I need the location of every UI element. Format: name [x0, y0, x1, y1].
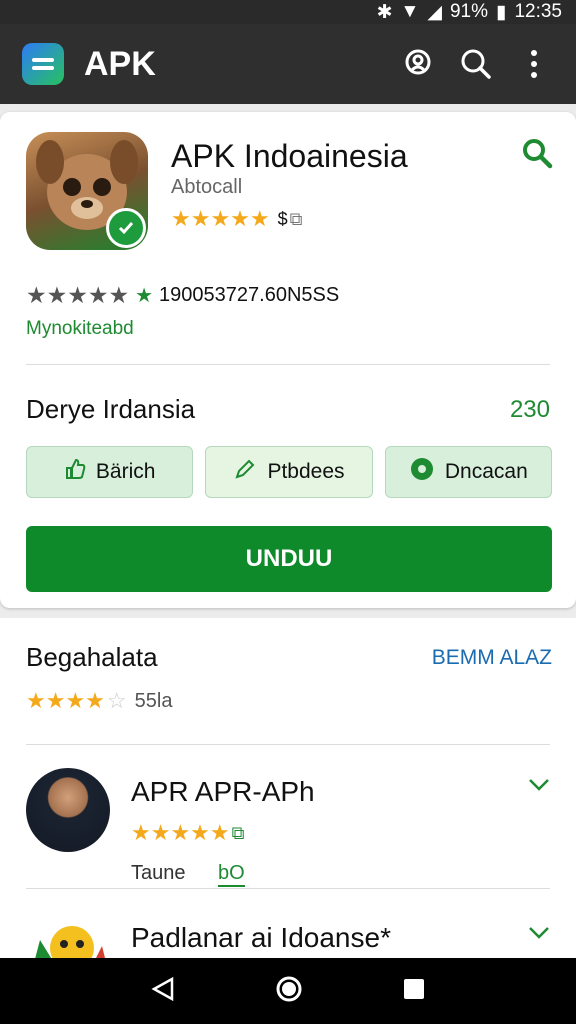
- verified-badge-icon: [106, 208, 146, 248]
- chip-label: Dncacan: [444, 460, 528, 483]
- app-detail-card: APK Indoainesia Abtocall ★★★★★ $ ⧉ ★★★★★…: [0, 112, 576, 608]
- reviews-rating: ★★★★ ☆ 55la: [26, 688, 172, 714]
- star-icon: ★★★★: [26, 688, 105, 713]
- battery-icon: ▮: [495, 1, 507, 23]
- app-icon: [26, 132, 148, 250]
- install-button[interactable]: UNDUU: [26, 526, 552, 592]
- clock: 12:35: [514, 1, 562, 22]
- divider: [26, 364, 550, 365]
- star-empty-icon: ☆: [106, 688, 127, 713]
- star-icon: ★★★★★: [26, 282, 130, 308]
- app-developer[interactable]: Abtocall: [171, 176, 242, 199]
- divider: [26, 888, 550, 889]
- app-stats: 190053727.60N5SS: [159, 284, 340, 306]
- see-all-link[interactable]: BEMM ALAZ: [432, 646, 552, 670]
- reviewer-name: APR APR-APh: [131, 776, 315, 807]
- home-icon[interactable]: [275, 975, 303, 1008]
- rating-text: 55la: [134, 689, 173, 712]
- app-link[interactable]: Mynokiteabd: [26, 318, 134, 340]
- rating-extra: $: [277, 208, 288, 229]
- recents-icon[interactable]: [402, 977, 426, 1006]
- app-name: APK Indoainesia: [171, 138, 408, 174]
- reviewer-tag-2[interactable]: bO: [218, 862, 245, 887]
- star-icon: ★★★★★: [171, 206, 270, 231]
- app-title: APK: [84, 44, 156, 83]
- chip-button-3[interactable]: Dncacan: [384, 446, 552, 498]
- search-icon[interactable]: [456, 44, 496, 84]
- system-nav-bar: [0, 958, 576, 1024]
- section-count: 230: [509, 396, 550, 423]
- reviews-title: Begahalata: [26, 642, 158, 672]
- bluetooth-icon: ✱: [376, 1, 393, 23]
- pencil-icon: [233, 457, 257, 487]
- back-icon[interactable]: [150, 976, 176, 1007]
- app-stats-row: ★★★★★ ★ 190053727.60N5SS: [26, 282, 339, 309]
- chip-button-2[interactable]: Ptbdees: [205, 446, 373, 498]
- star-icon: ★★★★★: [131, 820, 230, 845]
- avatar[interactable]: [26, 768, 110, 852]
- divider: [26, 744, 550, 745]
- copy-icon: ⧉: [289, 208, 303, 229]
- section-title: Derye Irdansia: [26, 394, 196, 424]
- thumb-up-icon: [64, 458, 86, 486]
- star-green-icon: ★: [135, 285, 154, 307]
- chevron-down-icon[interactable]: [528, 778, 550, 797]
- reviews-card: Begahalata BEMM ALAZ ★★★★ ☆ 55la APR APR…: [0, 618, 576, 978]
- app-rating-stars: ★★★★★ $ ⧉: [171, 206, 303, 232]
- status-bar: ✱ ▼ ◢ 91% ▮ 12:35: [0, 0, 576, 24]
- signal-icon: ◢: [427, 1, 442, 23]
- account-search-icon[interactable]: [398, 44, 438, 84]
- reviewer-name: Padlanar ai Idoanse*: [131, 922, 391, 953]
- more-vert-icon[interactable]: [514, 44, 554, 84]
- reviewer-tag: Taune: [131, 862, 186, 884]
- chip-label: Bärich: [95, 460, 156, 483]
- reviewer-rating: ★★★★★ ⧉: [131, 820, 244, 846]
- chip-button-1[interactable]: Bärich: [26, 446, 194, 498]
- chip-label: Ptbdees: [267, 460, 345, 483]
- battery-text: 91%: [449, 1, 488, 22]
- badge-icon: [409, 456, 435, 488]
- search-icon[interactable]: [520, 136, 554, 175]
- copy-icon: ⧉: [231, 822, 245, 843]
- app-bar: APK: [0, 24, 576, 104]
- wifi-icon: ▼: [400, 1, 420, 22]
- chevron-down-icon[interactable]: [528, 926, 550, 945]
- app-logo-icon[interactable]: [22, 43, 64, 85]
- action-chips: Bärich Ptbdees Dncacan: [26, 446, 552, 498]
